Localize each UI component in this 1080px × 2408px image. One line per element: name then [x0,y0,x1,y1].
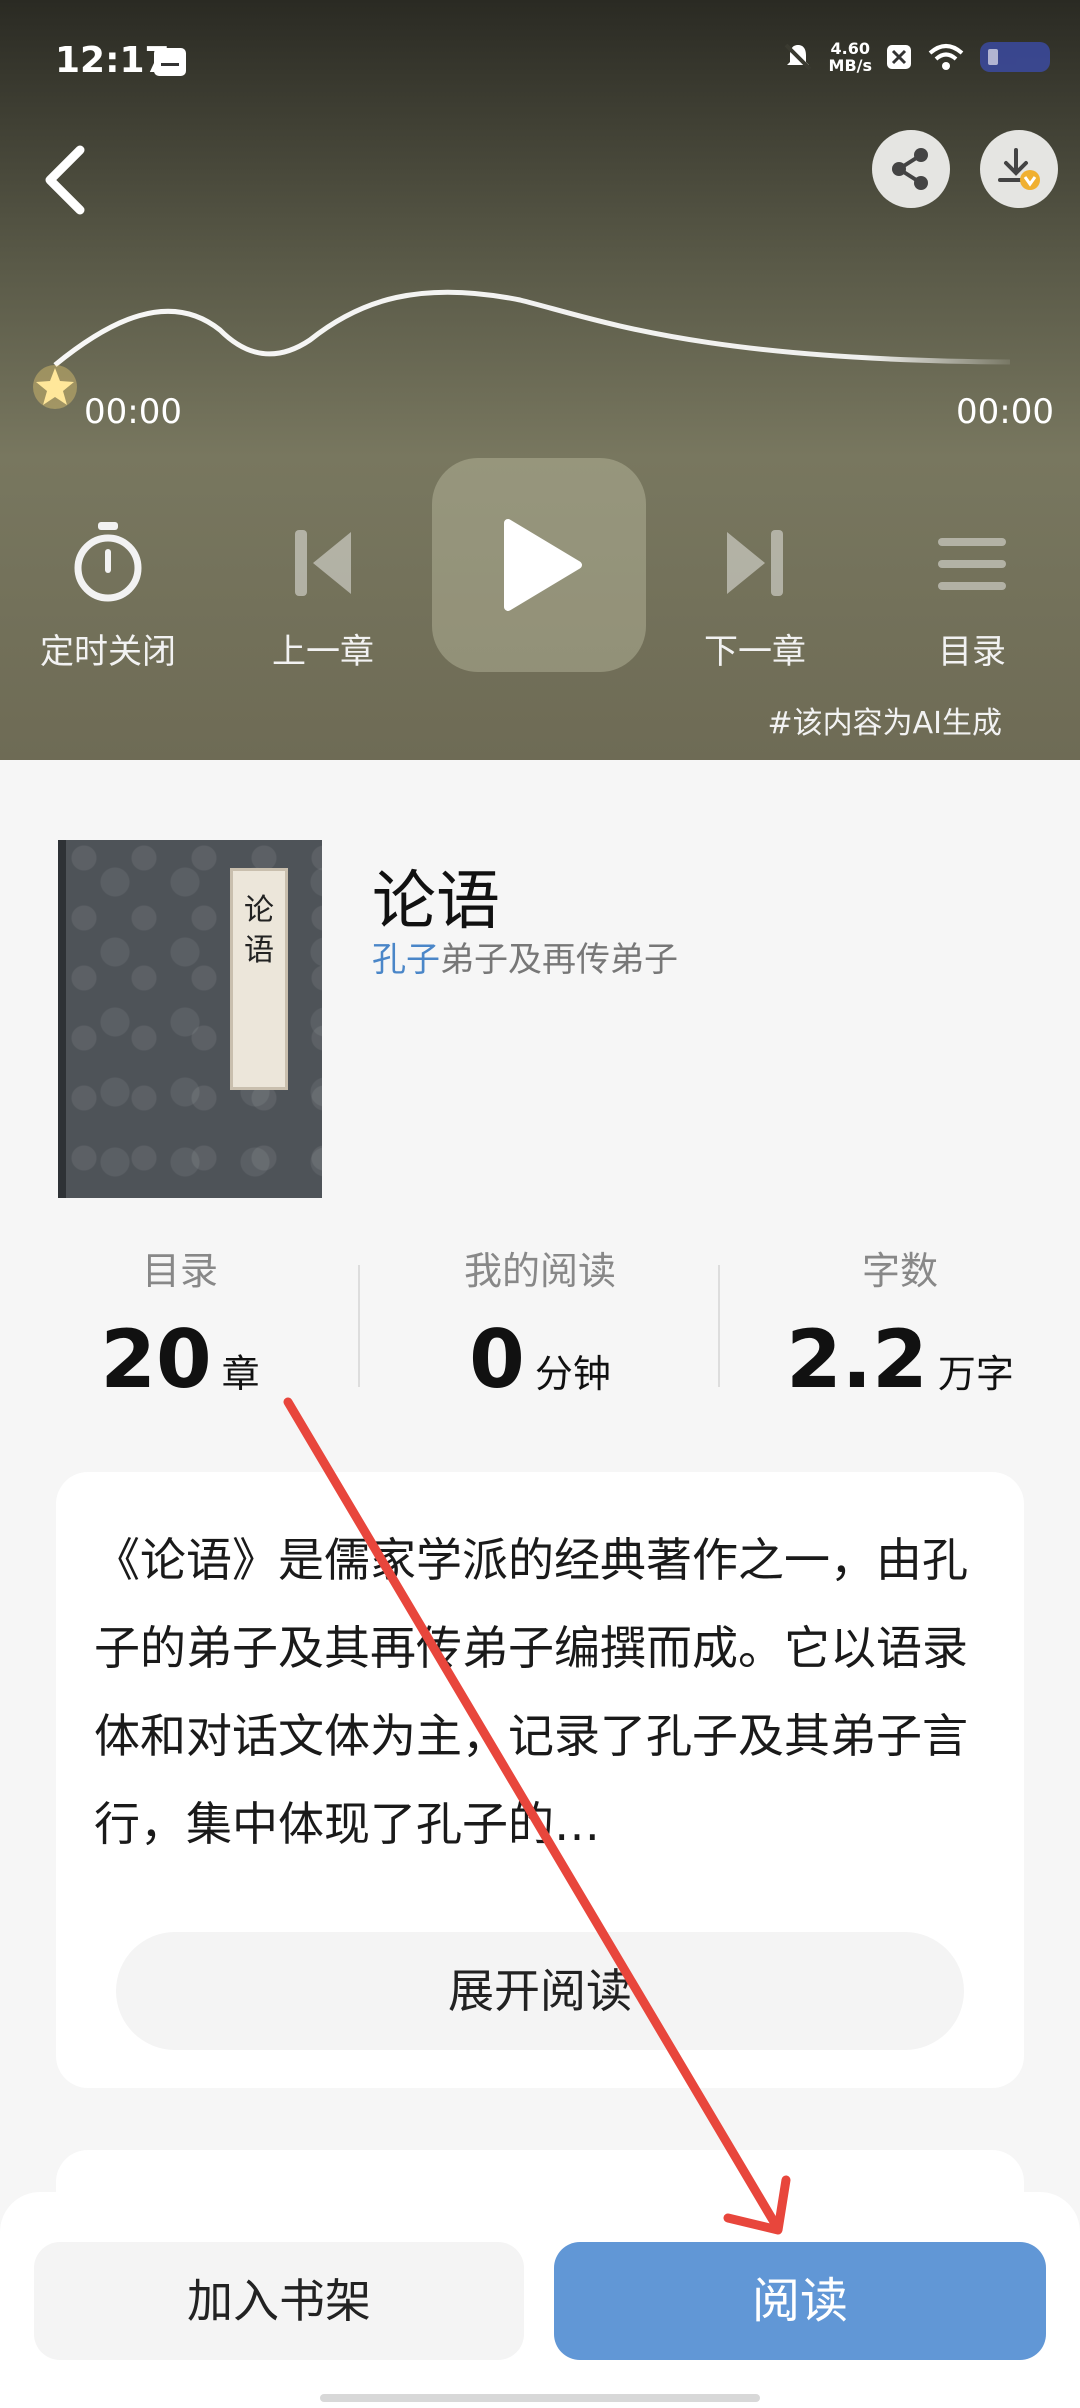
skip-previous-icon [295,530,351,596]
divider [358,1265,360,1387]
net-speed: 4.60 MB/s [828,39,872,75]
divider [718,1265,720,1387]
stat-unit: 章 [221,1352,260,1396]
stat-value: 2.2 [786,1313,928,1406]
wifi-icon [928,44,964,70]
audio-waveform[interactable] [0,280,1080,400]
book-description: 《论语》是儒家学派的经典著作之一，由孔子的弟子及其再传弟子编撰而成。它以语录体和… [94,1533,968,1851]
current-time: 00:00 [84,392,182,432]
mute-bell-icon [784,43,811,71]
play-icon [504,519,582,611]
status-time: 12:17 [55,40,170,81]
timer-icon [74,522,142,602]
bottom-action-bar: 加入书架 阅读 [0,2192,1080,2408]
stat-unit: 万字 [937,1352,1014,1396]
back-arrow-icon[interactable] [36,140,96,220]
message-icon [154,48,186,76]
download-button[interactable] [980,130,1058,208]
stat-unit: 分钟 [534,1352,611,1396]
add-to-shelf-button[interactable]: 加入书架 [34,2242,524,2360]
status-bar: 12:17 4.60 MB/s [0,0,1080,120]
cover-title: 论语 [230,868,288,1090]
share-icon [892,148,928,190]
toc-button[interactable]: 目录 [902,520,1042,673]
book-title: 论语 [372,865,500,939]
next-chapter-label: 下一章 [704,632,806,672]
stat-value: 20 [100,1313,212,1406]
next-chapter-button[interactable]: 下一章 [680,520,830,673]
book-cover[interactable]: 论语 [58,840,322,1198]
stat-chapters[interactable]: 目录 20 章 [0,1240,360,1406]
menu-list-icon [938,538,1006,590]
timer-label: 定时关闭 [40,632,176,672]
intro-card: 《论语》是儒家学派的经典著作之一，由孔子的弟子及其再传弟子编撰而成。它以语录体和… [56,1472,1024,2088]
toc-label: 目录 [938,632,1006,672]
skip-next-icon [727,530,783,596]
author-rest: 弟子及再传弟子 [440,940,678,980]
book-stats: 目录 20 章 我的阅读 0 分钟 字数 2.2 万字 [0,1240,1080,1410]
battery-icon [980,42,1050,72]
player-header: 12:17 4.60 MB/s 00:00 00:00 定时关闭 上一章 下一章… [0,0,1080,760]
read-button[interactable]: 阅读 [554,2242,1046,2360]
book-author: 孔子弟子及再传弟子 [372,932,678,981]
stat-value: 0 [469,1313,525,1406]
download-icon [998,148,1040,190]
timer-close-button[interactable]: 定时关闭 [30,520,186,673]
stat-word-count: 字数 2.2 万字 [786,1249,1014,1406]
ai-generated-note: #该内容为AI生成 [767,706,1002,741]
sim-x-icon [887,45,911,69]
progress-star-icon[interactable] [30,362,80,412]
prev-chapter-label: 上一章 [272,632,374,672]
author-link[interactable]: 孔子 [372,940,440,980]
share-button[interactable] [872,130,950,208]
home-indicator [320,2394,760,2402]
play-button[interactable] [432,458,646,672]
prev-chapter-button[interactable]: 上一章 [248,520,398,673]
total-time: 00:00 [956,392,1054,432]
expand-reading-button[interactable]: 展开阅读 [116,1932,964,2050]
stat-reading-time: 我的阅读 0 分钟 [463,1249,616,1406]
